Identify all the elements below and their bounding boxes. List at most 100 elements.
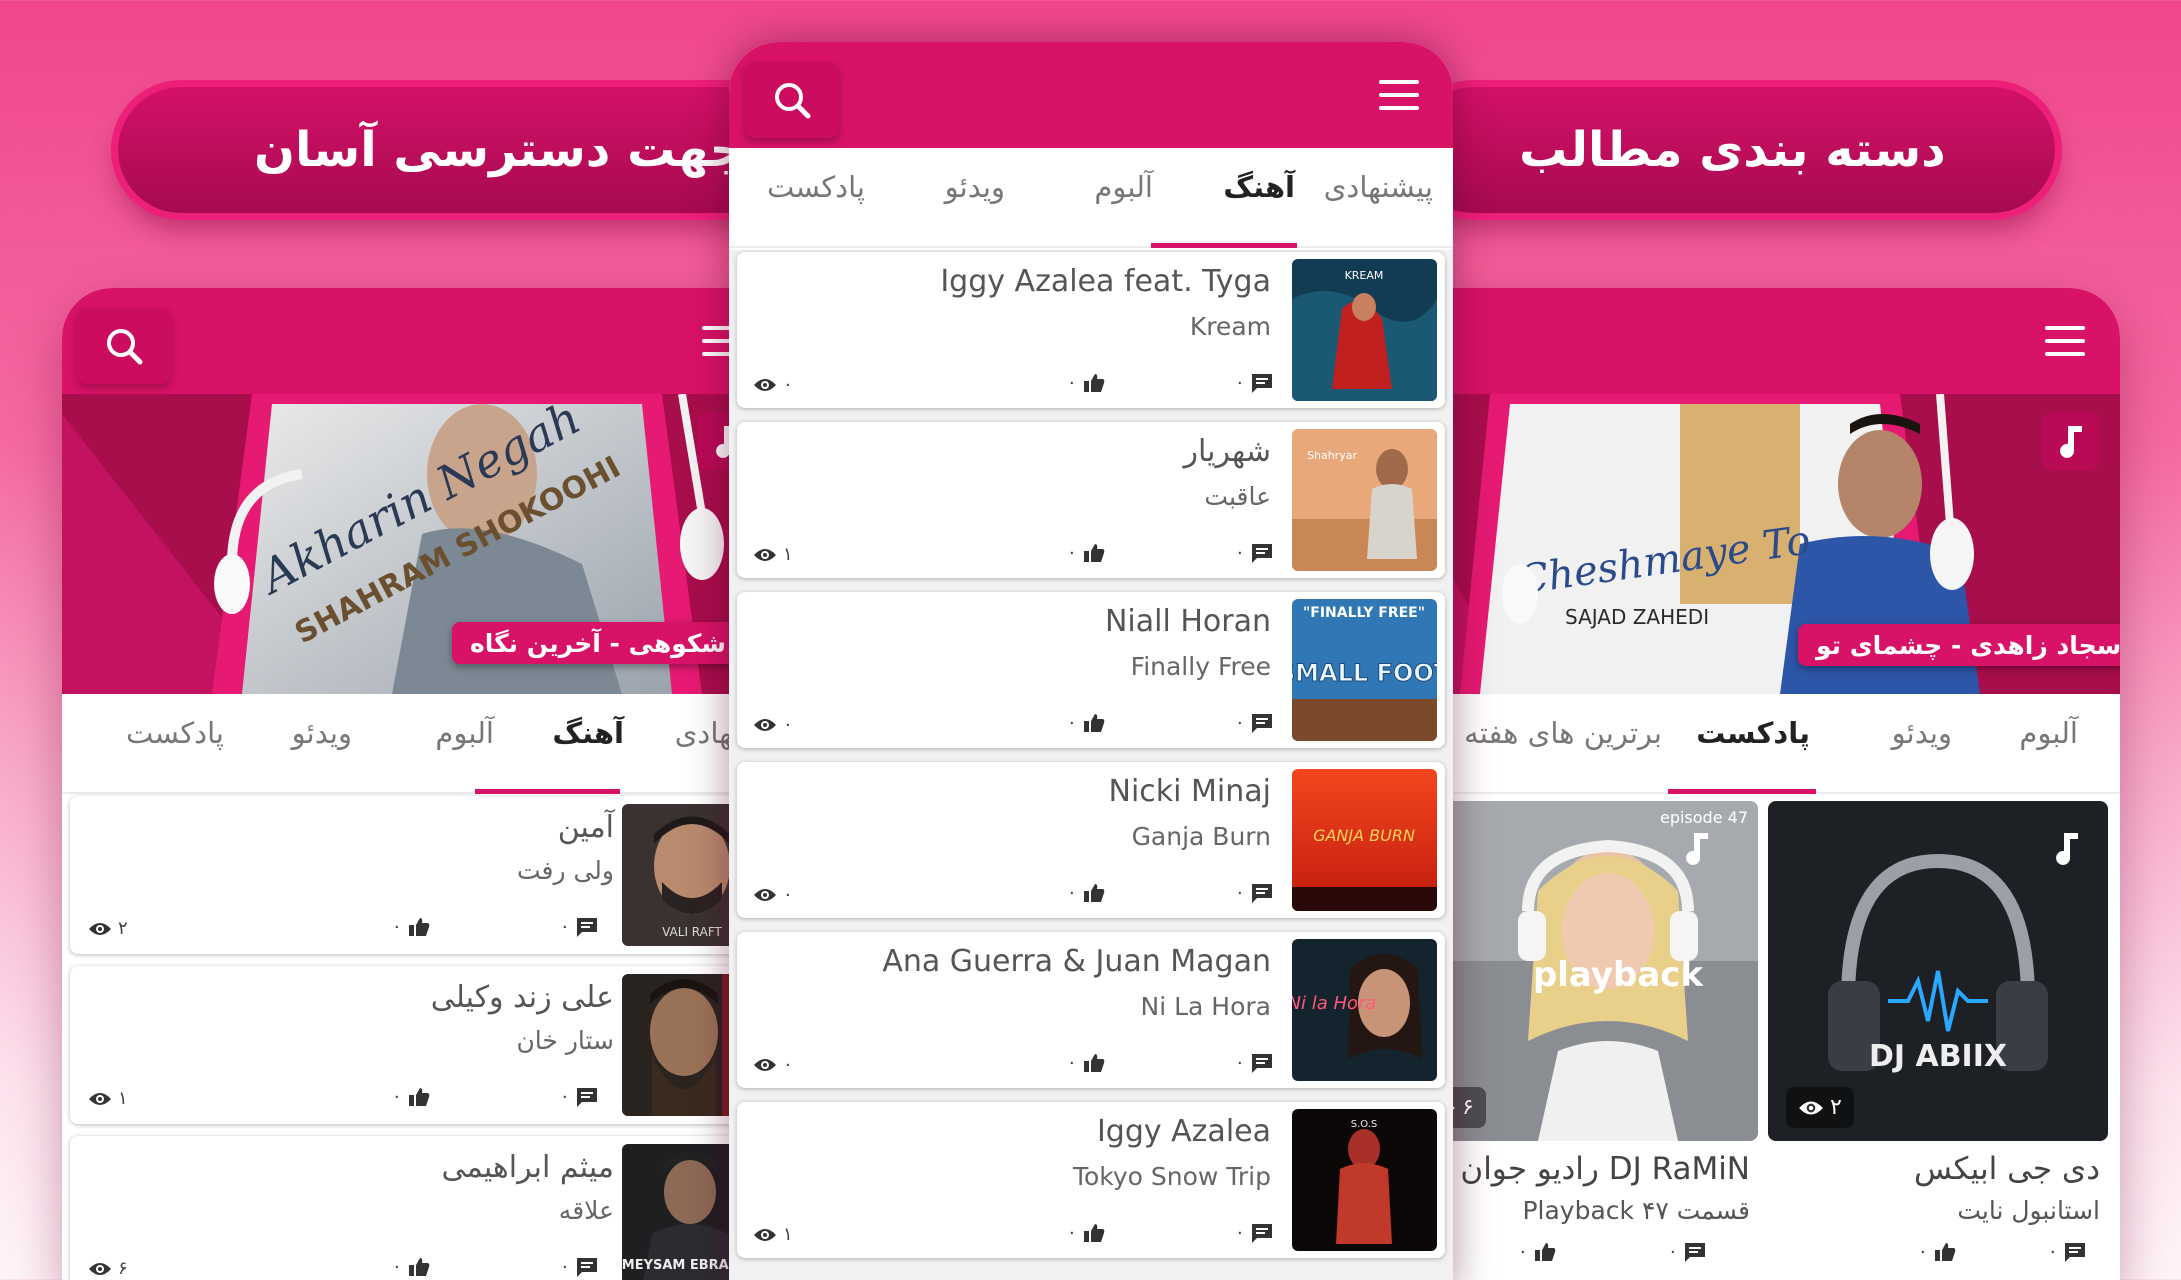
tab-songs[interactable]: آهنگ (552, 716, 624, 750)
song-card[interactable]: VALI RAFT آمین ولی رفت ۲ ۰ ۰ (70, 796, 794, 954)
song-card[interactable]: S.O.S Iggy Azalea Tokyo Snow Trip ۱ ۰ ۰ (737, 1102, 1445, 1258)
tab-videos[interactable]: ویدئو (1892, 716, 1952, 750)
tab-podcasts[interactable]: پادکست (1696, 716, 1810, 750)
cover-text: Ni la Hora (1292, 993, 1376, 1014)
thumbs-up-icon (1083, 373, 1105, 392)
banner-left-text: جهت دسترسی آسان (254, 122, 745, 178)
phone-center-screen: پیشنهادی آهنگ آلبوم ویدئو پادکست KREAM I… (729, 42, 1453, 1280)
active-tab-indicator (1151, 243, 1297, 248)
likes-count[interactable]: ۰ (1067, 1222, 1105, 1243)
comment-icon (576, 917, 597, 937)
phone-left-screen: Akharin Negah SHAHRAM SHOKOOHI شهرام شکو… (62, 288, 802, 1280)
song-subtitle: Ni La Hora (1140, 992, 1271, 1021)
views-count: ۰ (753, 1054, 793, 1075)
thumbs-up-icon (1083, 1053, 1105, 1072)
tab-podcasts[interactable]: پادکست (767, 170, 865, 204)
tab-videos[interactable]: ویدئو (945, 170, 1005, 204)
cover-text: playback (1533, 955, 1704, 995)
menu-icon[interactable] (1379, 80, 1419, 110)
tab-albums[interactable]: آلبوم (435, 716, 494, 750)
comment-icon (2064, 1242, 2085, 1262)
search-button[interactable] (745, 62, 839, 138)
thumbs-up-icon (408, 1257, 430, 1276)
category-tabs: پیشنهادی آهنگ آلبوم ویدئو پادکست (729, 148, 1453, 248)
song-subtitle: علاقه (558, 1196, 614, 1225)
views-count: ۰ (753, 714, 793, 735)
podcast-card[interactable]: playback episode 47 ۶ رادیو جوان DJ RaMi… (1418, 801, 1758, 1262)
eye-icon (89, 1092, 111, 1105)
likes-count[interactable]: ۰ (1067, 1052, 1105, 1073)
song-card[interactable]: Shahryar شهریار عاقبت ۱ ۰ ۰ (737, 422, 1445, 578)
tab-videos[interactable]: ویدئو (292, 716, 352, 750)
cover-text: KREAM (1345, 269, 1384, 282)
song-card[interactable]: "FINALLY FREE" SMALL FOOT Niall Horan Fin… (737, 592, 1445, 748)
comments-count[interactable]: ۰ (1235, 882, 1273, 903)
tab-albums[interactable]: آلبوم (1094, 170, 1153, 204)
tab-top-weekly[interactable]: برترین های هفته (1464, 716, 1662, 750)
comment-icon (1251, 543, 1272, 563)
thumbs-up-icon (1083, 713, 1105, 732)
comments-count[interactable]: ۰ (1235, 372, 1273, 393)
podcast-subtitle: Playback قسمت ۴۷ (1522, 1196, 1750, 1225)
tab-podcasts[interactable]: پادکست (126, 716, 224, 750)
likes-count[interactable]: ۰ (392, 916, 430, 937)
likes-count[interactable]: ۰ (392, 1256, 430, 1277)
svg-text:"FINALLY FREE": "FINALLY FREE" (1303, 605, 1425, 621)
views-count: ۰ (753, 374, 793, 395)
thumbs-up-icon (408, 1087, 430, 1106)
comments-count[interactable]: ۰ (1668, 1241, 1706, 1262)
song-title: علی زند وکیلی (430, 980, 614, 1015)
search-button[interactable] (77, 308, 171, 384)
category-tabs: پیشنهادی آهنگ آلبوم ویدئو پادکست (62, 694, 802, 794)
song-subtitle: عاقبت (1204, 482, 1271, 511)
song-subtitle: ولی رفت (516, 856, 614, 885)
likes-count[interactable]: ۰ (1067, 882, 1105, 903)
likes-count[interactable]: ۰ (1918, 1241, 1956, 1262)
cover-text: DJ ABIIX (1869, 1039, 2007, 1074)
song-card[interactable]: GANJA BURN Nicki Minaj Ganja Burn ۰ ۰ ۰ (737, 762, 1445, 918)
comment-icon (1251, 1223, 1272, 1243)
comment-icon (576, 1257, 597, 1277)
song-subtitle: Tokyo Snow Trip (1072, 1162, 1271, 1191)
comments-count[interactable]: ۰ (560, 1256, 598, 1277)
comments-count[interactable]: ۰ (560, 916, 598, 937)
song-card[interactable]: KREAM Iggy Azalea feat. Tyga Kream ۰ ۰ ۰ (737, 252, 1445, 408)
song-card[interactable]: علی زند وکیلی ستار خان ۱ ۰ ۰ (70, 966, 794, 1124)
comments-count[interactable]: ۰ (1235, 1222, 1273, 1243)
active-tab-indicator (475, 789, 620, 794)
song-cover: "FINALLY FREE" SMALL FOOT (1292, 599, 1437, 741)
likes-count[interactable]: ۰ (1067, 542, 1105, 563)
comments-count[interactable]: ۰ (560, 1086, 598, 1107)
comment-icon (576, 1087, 597, 1107)
views-count: ۲ (88, 918, 128, 939)
likes-count[interactable]: ۰ (1067, 712, 1105, 733)
likes-count[interactable]: ۰ (1518, 1241, 1556, 1262)
menu-icon[interactable] (2045, 326, 2085, 356)
cover-text: S.O.S (1351, 1119, 1378, 1130)
comments-count[interactable]: ۰ (2048, 1241, 2086, 1262)
cover-text: VALI RAFT (662, 925, 722, 939)
podcast-cover: playback episode 47 ۶ (1418, 801, 1758, 1141)
cover-text: SMALL FOOT (1292, 659, 1437, 687)
phone-right-screen: Cheshmaye To SAJAD ZAHEDI سجاد زاهدی - چ… (1380, 288, 2120, 1280)
song-card[interactable]: MEYSAM EBRAHIMI میثم ابراهیمی علاقه ۶ ۰ … (70, 1136, 794, 1280)
comments-count[interactable]: ۰ (1235, 1052, 1273, 1073)
comments-count[interactable]: ۰ (1235, 712, 1273, 733)
tab-songs[interactable]: آهنگ (1223, 170, 1295, 204)
tab-albums[interactable]: آلبوم (2019, 716, 2078, 750)
song-cover: GANJA BURN (1292, 769, 1437, 911)
hero-slider[interactable]: Akharin Negah SHAHRAM SHOKOOHI شهرام شکو… (62, 394, 802, 694)
comments-count[interactable]: ۰ (1235, 542, 1273, 563)
podcast-card[interactable]: DJ ABIIX ۲ دی جی ابیکس استانبول نایت ۰ ۰ (1768, 801, 2108, 1262)
eye-icon (754, 548, 776, 561)
music-note-icon[interactable] (2042, 412, 2100, 470)
likes-count[interactable]: ۰ (392, 1086, 430, 1107)
hero-caption: سجاد زاهدی - چشمای تو (1798, 624, 2120, 666)
likes-count[interactable]: ۰ (1067, 372, 1105, 393)
hero-slider[interactable]: Cheshmaye To SAJAD ZAHEDI سجاد زاهدی - چ… (1380, 394, 2120, 694)
eye-icon (1799, 1101, 1823, 1114)
song-card[interactable]: Ni la Hora Ana Guerra & Juan Magan Ni La… (737, 932, 1445, 1088)
tab-suggested[interactable]: پیشنهادی (1324, 170, 1433, 204)
app-bar (62, 288, 802, 394)
song-title: Ana Guerra & Juan Magan (882, 944, 1271, 979)
